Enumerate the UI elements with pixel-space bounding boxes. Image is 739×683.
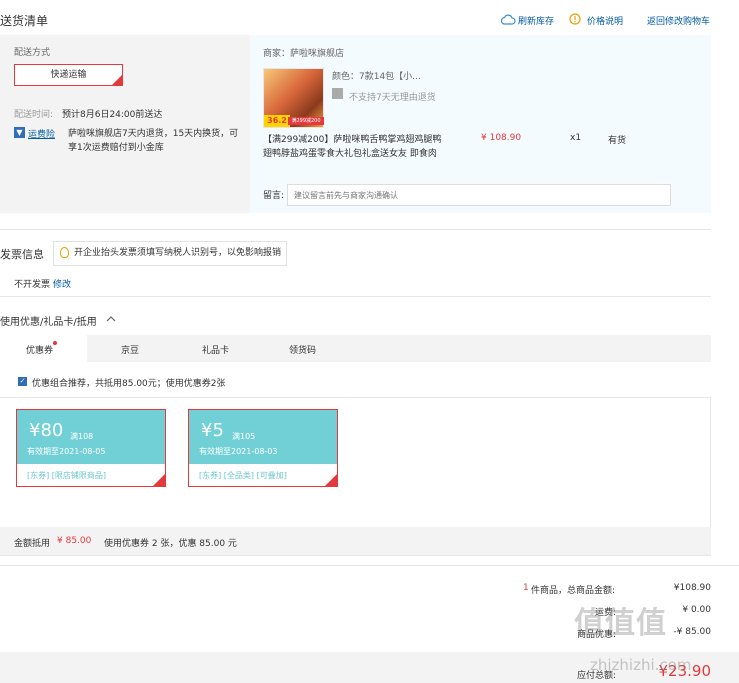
invoice-title: 发票信息 (0, 248, 44, 261)
coupon-tags: [东券] [限店铺限商品] (27, 471, 107, 480)
chevron-up-icon[interactable] (106, 315, 116, 323)
image-promo-sticker: 满299减200 (288, 117, 324, 125)
product-name-line1[interactable]: 【满299减200】萨啦咪鸭舌鸭掌鸡翅鸡腿鸭 (263, 132, 441, 145)
coupon-expiry: 有效期至2021-08-03 (199, 447, 278, 456)
discount-summary-detail: 使用优惠券 2 张，优惠 85.00 元 (104, 539, 237, 549)
return-policy-text: 不支持7天无理由退货 (349, 93, 436, 103)
invoice-tip: 开企业抬头发票须填写纳税人识别号，以免影响报销 (53, 241, 287, 266)
insurance-desc-line1: 萨啦咪旗舰店7天内退货，15天内换货，可 (68, 129, 239, 139)
delivery-method-option[interactable]: 快递运输 (14, 64, 123, 86)
tab-gift-card[interactable]: 礼品卡 (202, 343, 229, 356)
shield-icon: ▼ (14, 127, 25, 138)
merchant-name: 商家：萨啦咪旗舰店 (263, 49, 345, 59)
coupon-amount: ¥5 (201, 420, 224, 441)
coupon-condition: 满108 (70, 432, 94, 441)
invoice-modify-link[interactable]: 修改 (53, 277, 71, 290)
site-watermark: 值值值 (574, 606, 667, 641)
selected-corner-mark (153, 474, 165, 486)
item-count: 1 (523, 583, 529, 593)
product-name-line2[interactable]: 翅鸭脖盐鸡蛋零食大礼包礼盒送女友 即食肉 (263, 146, 437, 159)
product-quantity: x1 (570, 133, 582, 143)
discount-tab-bar (0, 335, 711, 362)
coupon-header: ¥80 满108 有效期至2021-08-05 (17, 410, 165, 464)
selected-corner-mark (112, 75, 122, 85)
product-discount-value: -¥ 85.00 (673, 627, 711, 637)
return-policy-icon (332, 88, 343, 99)
coupon-condition: 满105 (232, 432, 256, 441)
message-label: 留言: (263, 191, 285, 201)
tab-pickup-code[interactable]: 领货码 (289, 343, 316, 356)
tab-coupon[interactable]: 优惠券 (26, 343, 53, 356)
image-price-sticker: 36.2 (264, 115, 290, 127)
cloud-refresh-icon[interactable] (500, 14, 516, 25)
recommend-text: 优惠组合推荐，共抵用85.00元；使用优惠券2张 (32, 379, 226, 389)
items-total-label: 件商品，总商品金额: (531, 586, 616, 596)
refresh-stock-link[interactable]: 刷新库存 (518, 14, 554, 27)
discount-summary-label: 金额抵用 (14, 539, 51, 549)
product-color-spec: 颜色：7款14包【小... (332, 72, 421, 82)
tab-jingdou[interactable]: 京豆 (121, 343, 139, 356)
back-to-cart-link[interactable]: 返回修改购物车 (647, 14, 710, 27)
freight-value: ¥ 0.00 (682, 605, 711, 615)
lightbulb-icon (60, 247, 69, 258)
items-total-value: ¥108.90 (673, 583, 711, 593)
coupon-header: ¥5 满105 有效期至2021-08-03 (189, 410, 337, 464)
site-watermark-url: zhizhizhi.com (590, 656, 692, 674)
message-input[interactable] (287, 184, 671, 206)
freight-insurance-link[interactable]: 运费险 (28, 127, 55, 140)
recommend-checkbox[interactable]: ✓ (18, 377, 27, 386)
coupon-card[interactable]: ¥5 满105 有效期至2021-08-03 [东券] [全品类] [可叠加] (188, 409, 338, 487)
product-image[interactable]: 36.2 满299减200 (263, 68, 324, 128)
delivery-time-label: 配送时间: (14, 110, 54, 120)
coupon-tags: [东券] [全品类] [可叠加] (199, 471, 287, 480)
coupon-amount: ¥80 (29, 420, 64, 441)
delivery-method-label: 配送方式 (14, 48, 51, 58)
discount-section-title[interactable]: 使用优惠/礼品卡/抵用 (0, 313, 97, 328)
section-title: 送货清单 (0, 14, 49, 28)
delivery-time-value: 预计8月6日24:00前送达 (62, 110, 163, 120)
new-dot-badge (53, 341, 57, 345)
coupon-card[interactable]: ¥80 满108 有效期至2021-08-05 [东券] [限店铺限商品] (16, 409, 166, 487)
insurance-desc-line2: 享1次运费赔付到小金库 (68, 143, 164, 153)
delivery-method-value: 快递运输 (50, 70, 87, 80)
selected-corner-mark (325, 474, 337, 486)
info-circle-icon (569, 13, 581, 25)
product-price: ¥ 108.90 (481, 133, 522, 143)
coupon-expiry: 有效期至2021-08-05 (27, 447, 106, 456)
invoice-status: 不开发票 (14, 280, 51, 290)
discount-summary-value: ¥ 85.00 (57, 536, 92, 546)
price-info-link[interactable]: 价格说明 (587, 14, 623, 27)
stock-status: 有货 (608, 136, 627, 146)
invoice-tip-text: 开企业抬头发票须填写纳税人识别号，以免影响报销 (74, 248, 282, 258)
